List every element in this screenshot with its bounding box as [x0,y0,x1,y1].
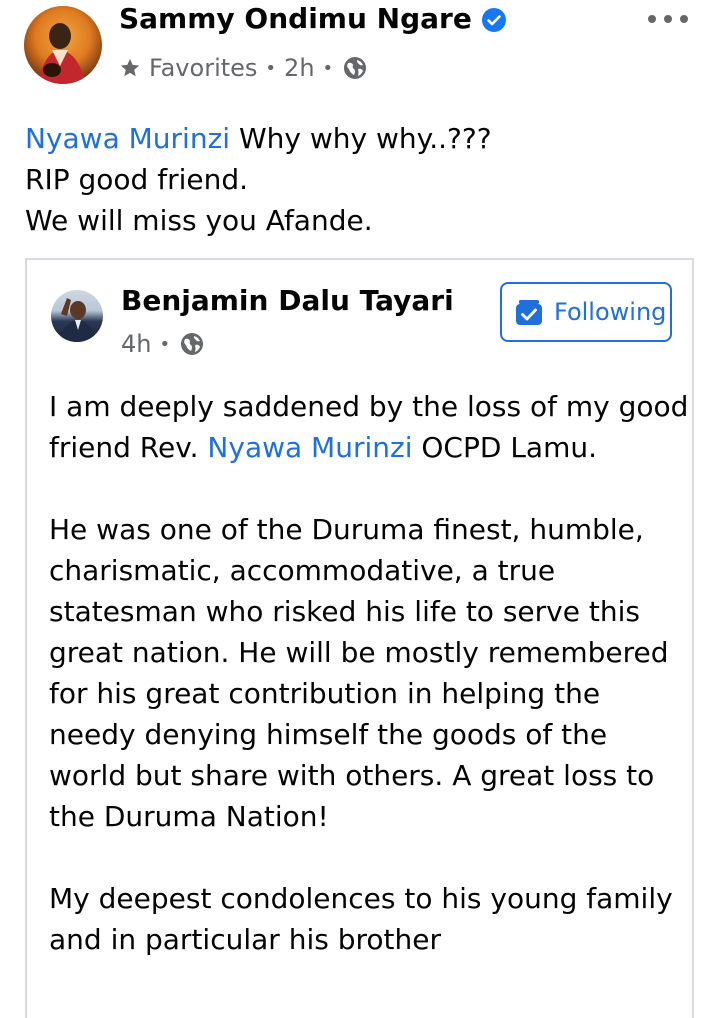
verified-badge-icon [482,8,506,32]
star-icon [120,58,140,77]
more-options-icon[interactable] [648,8,688,30]
shared-paragraph-3: My deepest condolences to his young fami… [49,882,673,956]
author-name[interactable]: Sammy Ondimu Ngare [119,2,472,35]
shared-post-text: I am deeply saddened by the loss of my g… [49,386,689,1001]
post-time[interactable]: 2h [284,54,314,82]
following-label: Following [554,298,667,326]
meta-separator: • [159,333,171,355]
shared-post-card[interactable]: Benjamin Dalu Tayari 4h • Following I am… [25,258,694,1018]
author-avatar[interactable] [24,6,102,84]
following-button[interactable]: Following [500,282,672,342]
shared-post-meta: 4h • [121,328,204,360]
meta-separator: • [265,57,277,79]
shared-post-time[interactable]: 4h [121,330,151,358]
shared-avatar-photo [59,298,97,342]
post-text: Nyawa Murinzi Why why why..??? RIP good … [25,118,695,241]
meta-separator: • [322,57,334,79]
globe-icon [344,57,367,79]
audience-label[interactable]: Favorites [149,54,257,82]
shared-p1-text-end: OCPD Lamu. [412,431,597,464]
post-text-line1: Why why why..??? [230,122,492,155]
post-text-line2: RIP good friend. [25,163,249,196]
avatar-photo [38,23,86,84]
shared-author-avatar[interactable] [51,290,103,342]
following-check-icon [516,300,542,325]
post-text-line3: We will miss you Afande. [25,204,373,237]
shared-paragraph-2: He was one of the Duruma finest, humble,… [49,513,669,833]
globe-icon [181,333,204,355]
shared-paragraph-1: I am deeply saddened by the loss of my g… [49,386,689,468]
mention-link[interactable]: Nyawa Murinzi [25,122,230,155]
post-header: Sammy Ondimu Ngare Favorites • 2h • [0,0,720,100]
shared-author-name[interactable]: Benjamin Dalu Tayari [121,284,454,317]
post-meta: Favorites • 2h • [119,52,367,84]
mention-link[interactable]: Nyawa Murinzi [207,431,412,464]
